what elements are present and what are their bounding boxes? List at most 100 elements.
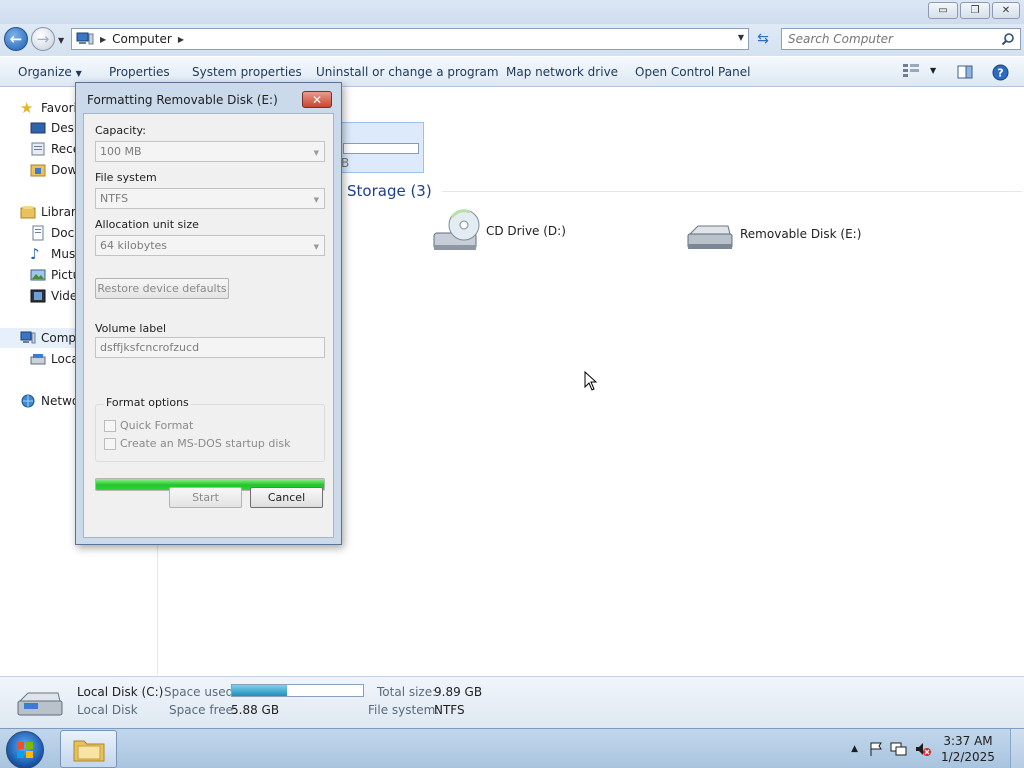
breadcrumb-computer[interactable]: Computer: [112, 32, 172, 46]
capacity-value: 100 MB: [100, 145, 142, 158]
breadcrumb-chevron-icon[interactable]: ▶: [178, 35, 184, 44]
chevron-down-icon: ▼: [313, 149, 319, 157]
properties-button[interactable]: Properties: [109, 65, 170, 79]
organize-menu[interactable]: Organize ▼: [18, 65, 82, 79]
preview-pane-icon[interactable]: [957, 65, 973, 79]
uninstall-program-button[interactable]: Uninstall or change a program: [316, 65, 499, 79]
group-divider: [441, 190, 1022, 192]
capacity-label: Capacity:: [95, 124, 146, 137]
nav-music[interactable]: ♪ Mus: [30, 244, 75, 264]
nav-desktop[interactable]: Desk: [30, 118, 81, 138]
nav-libraries[interactable]: Librari: [20, 202, 79, 222]
star-icon: ★: [20, 99, 34, 117]
network-tray-icon[interactable]: [890, 741, 908, 757]
search-icon[interactable]: [1001, 32, 1015, 46]
drive-cd[interactable]: CD Drive (D:): [430, 207, 566, 255]
group-header-storage[interactable]: Storage (3): [347, 182, 1022, 200]
local-disk-icon: [17, 692, 63, 716]
search-input[interactable]: [782, 32, 992, 46]
taskbar: ▲ 3:37 AM 1/2/2025: [0, 728, 1024, 768]
removable-disk-label: Removable Disk (E:): [740, 227, 862, 241]
dialog-title: Formatting Removable Disk (E:): [87, 93, 278, 107]
file-system-value: NTFS: [434, 703, 465, 717]
selected-tile-text: B: [341, 156, 350, 170]
checkbox-box: [104, 437, 116, 450]
nav-local-disk[interactable]: Loca: [30, 349, 79, 369]
space-free-label: Space free:: [169, 703, 238, 717]
downloads-folder-icon: [30, 164, 46, 177]
search-box[interactable]: [781, 28, 1021, 50]
windows-logo-icon: [17, 742, 33, 758]
nav-videos[interactable]: Vide: [30, 286, 77, 306]
nav-pictures[interactable]: Pictu: [30, 265, 80, 285]
quick-format-checkbox[interactable]: Quick Format: [104, 419, 193, 432]
start-button[interactable]: Start: [169, 487, 242, 508]
local-disk-icon: [30, 354, 46, 365]
format-options-group: Format options Quick Format Create an MS…: [95, 396, 325, 462]
back-button[interactable]: ←: [4, 27, 28, 51]
chevron-down-icon: ▼: [313, 196, 319, 204]
close-button[interactable]: ✕: [992, 2, 1020, 19]
nav-network[interactable]: Netwo: [20, 391, 79, 411]
chevron-down-icon: ▼: [75, 69, 82, 78]
cd-drive-label: CD Drive (D:): [486, 224, 566, 238]
open-control-panel-button[interactable]: Open Control Panel: [635, 65, 750, 79]
computer-icon: [76, 32, 94, 45]
drive-space-bar: [343, 143, 419, 154]
restore-button[interactable]: ❐: [960, 2, 990, 19]
window-titlebar: ▭ ❐ ✕: [0, 0, 1024, 24]
system-tray: ▲ 3:37 AM 1/2/2025: [851, 729, 1024, 768]
view-icon[interactable]: [902, 63, 920, 77]
allocation-select[interactable]: 64 kilobytes ▼: [95, 235, 325, 256]
msdos-startup-label: Create an MS-DOS startup disk: [120, 437, 291, 450]
total-size-label: Total size:: [377, 685, 437, 699]
nav-downloads[interactable]: Dow: [30, 160, 77, 180]
pictures-icon: [30, 269, 46, 281]
clock-time: 3:37 AM: [943, 734, 993, 748]
detail-drive-name: Local Disk (C:): [77, 685, 164, 699]
nav-recent[interactable]: Rece: [30, 139, 80, 159]
forward-button[interactable]: →: [31, 27, 55, 51]
volume-label-input[interactable]: dsffjksfcncrofzucd: [95, 337, 325, 358]
folder-icon: [73, 740, 104, 762]
help-icon[interactable]: ?: [992, 64, 1009, 81]
minimize-button[interactable]: ▭: [928, 2, 958, 19]
dialog-close-button[interactable]: ✕: [302, 91, 332, 108]
taskbar-explorer-button[interactable]: [60, 730, 117, 768]
cd-drive-icon: [433, 209, 480, 250]
address-bar[interactable]: ▶ Computer ▶ ▼: [71, 28, 749, 50]
show-hidden-icons-button[interactable]: ▲: [851, 744, 858, 754]
removable-disk-icon: [687, 225, 733, 249]
space-used-fill: [232, 685, 288, 696]
start-button[interactable]: [6, 731, 44, 768]
map-network-drive-button[interactable]: Map network drive: [506, 65, 618, 79]
system-properties-button[interactable]: System properties: [192, 65, 302, 79]
selected-drive-tile[interactable]: B: [340, 122, 424, 173]
msdos-startup-checkbox[interactable]: Create an MS-DOS startup disk: [104, 437, 291, 450]
desktop-icon: [30, 122, 46, 134]
computer-icon: [20, 331, 36, 344]
address-history-dropdown-icon[interactable]: ▼: [738, 33, 744, 42]
file-system-select[interactable]: NTFS ▼: [95, 188, 325, 209]
quick-format-label: Quick Format: [120, 419, 194, 432]
restore-defaults-button[interactable]: Restore device defaults: [95, 278, 229, 299]
address-row: ← → ▼ ▶ Computer ▶ ▼ ⇆: [0, 24, 1024, 56]
recent-pages-dropdown-icon[interactable]: ▼: [58, 36, 64, 45]
clock[interactable]: 3:37 AM 1/2/2025: [938, 733, 998, 765]
chevron-down-icon[interactable]: ▼: [930, 66, 936, 75]
drive-removable[interactable]: Removable Disk (E:): [684, 214, 861, 254]
breadcrumb-chevron-icon[interactable]: ▶: [100, 35, 106, 44]
action-center-flag-icon[interactable]: [868, 741, 884, 757]
show-desktop-button[interactable]: [1010, 729, 1024, 768]
capacity-select[interactable]: 100 MB ▼: [95, 141, 325, 162]
nav-favorites[interactable]: ★ Favorit: [20, 98, 82, 118]
view-options[interactable]: ▼: [902, 63, 936, 77]
videos-icon: [30, 289, 46, 303]
file-system-label: File system: [95, 171, 157, 184]
dialog-body: Capacity: 100 MB ▼ File system NTFS ▼ Al…: [83, 113, 334, 538]
cancel-button[interactable]: Cancel: [250, 487, 323, 508]
refresh-icon[interactable]: ⇆: [752, 29, 774, 49]
window-controls: ▭ ❐ ✕: [928, 2, 1020, 19]
libraries-icon: [20, 206, 36, 219]
volume-muted-icon[interactable]: [914, 741, 932, 757]
